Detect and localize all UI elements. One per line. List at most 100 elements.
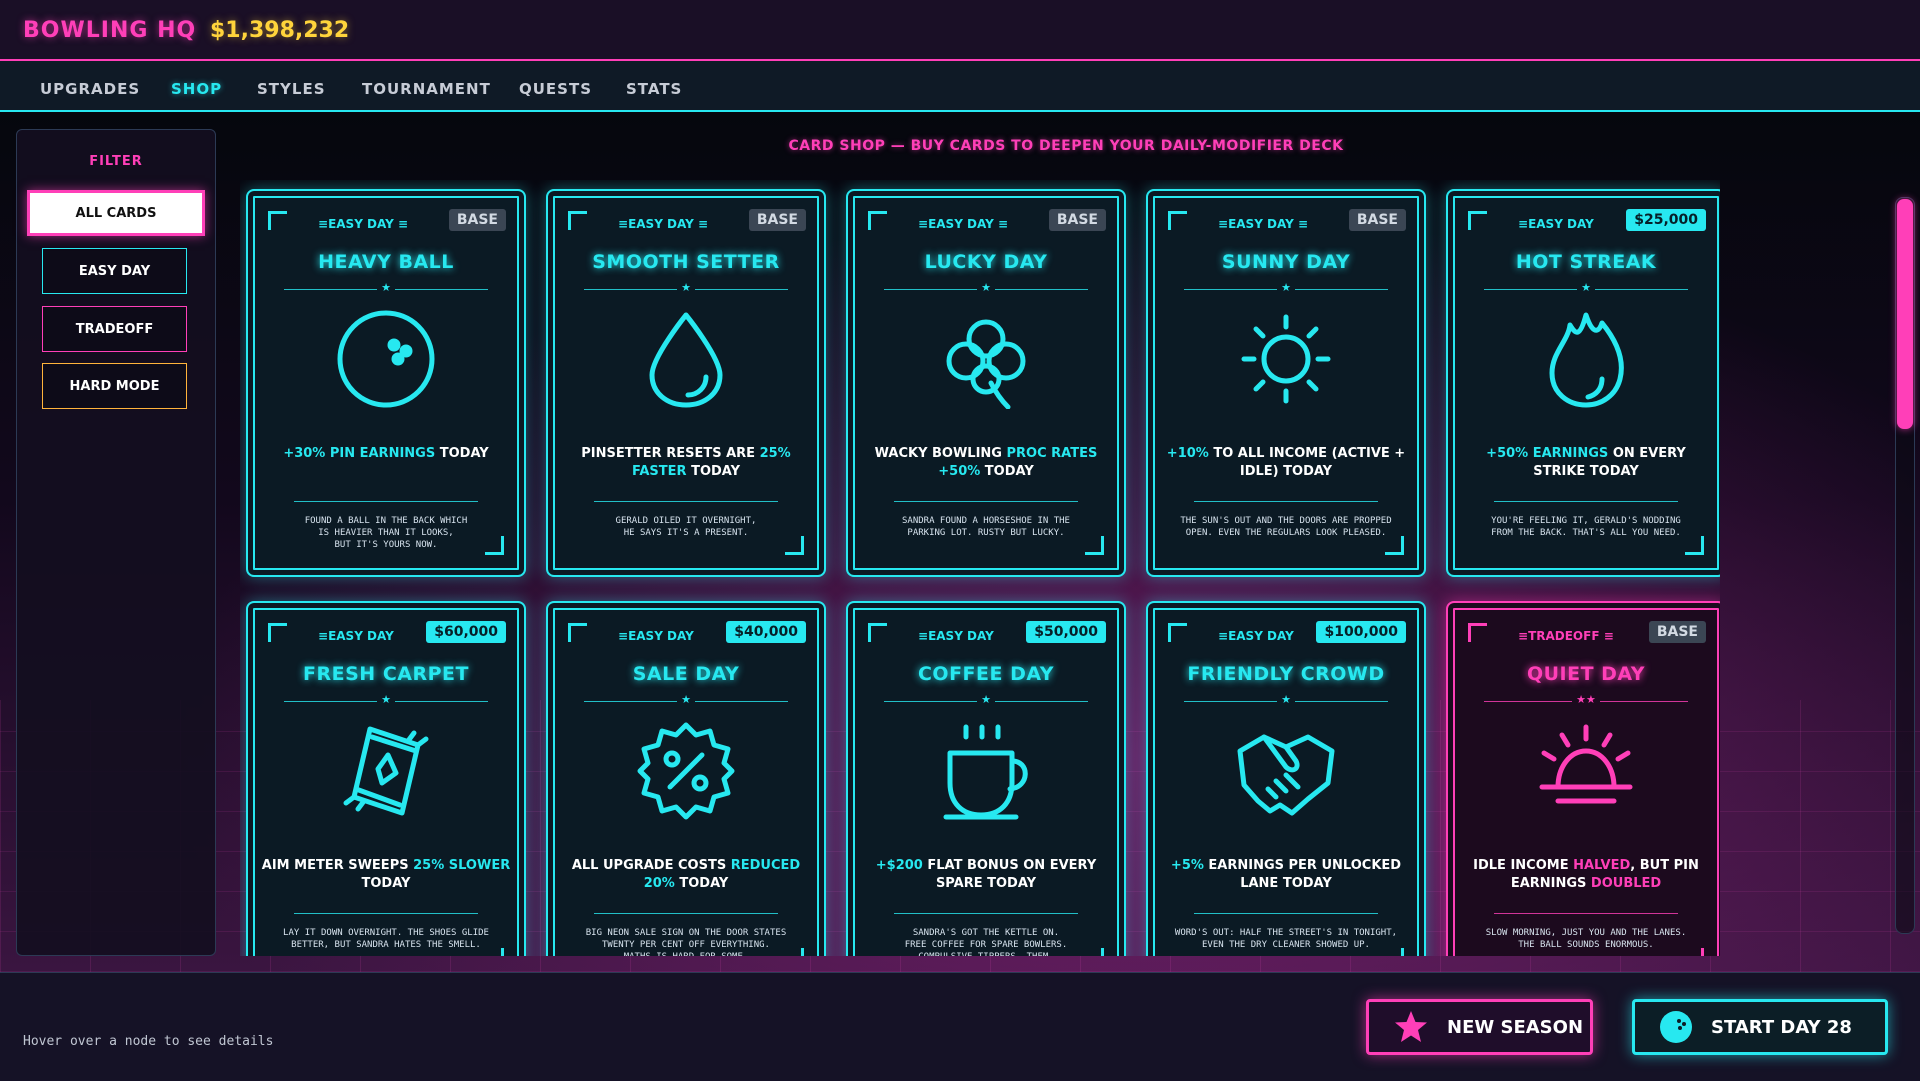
card-corner [268, 211, 287, 230]
card-title: HOT STREAK [1515, 251, 1657, 273]
card-effect: WACKY BOWLING PROC RATES +50% TODAY [860, 445, 1112, 481]
card-effect-segment: +10% [1166, 446, 1209, 461]
card-title: SMOOTH SETTER [592, 251, 780, 273]
card-effect-segment: TODAY [686, 464, 741, 479]
clover-icon [946, 319, 1026, 409]
card-friendly-crowd[interactable]: EASY DAY $100,000 FRIENDLY CROWD ★ +5% E… [1146, 601, 1426, 956]
tab-upgrades[interactable]: UPGRADES [40, 80, 140, 98]
card-effect-segment: ALL UPGRADE COSTS [571, 858, 731, 873]
card-price-badge: $40,000 [726, 621, 806, 643]
card-fresh-carpet[interactable]: EASY DAY $60,000 FRESH CARPET ★ AIM METE… [246, 601, 526, 956]
card-title: FRESH CARPET [303, 663, 469, 685]
card-divider [1194, 913, 1378, 914]
card-effect: +30% PIN EARNINGS TODAY [260, 445, 512, 463]
carpet-icon [343, 726, 429, 816]
rating-stars: ★ [377, 281, 395, 294]
sun-icon [1241, 314, 1331, 404]
card-base-badge: BASE [1648, 621, 1706, 643]
filter-all-cards-button[interactable]: ALL CARDS [27, 190, 205, 236]
filter-tradeoff-button[interactable]: TRADEOFF [42, 306, 187, 352]
card-corner [868, 623, 887, 642]
card-category: TRADEOFF [1518, 629, 1648, 643]
card-effect-segment: TODAY [980, 464, 1034, 479]
card-flavor-text: THE SUN'S OUT AND THE DOORS ARE PROPPED … [1180, 516, 1392, 538]
card-flavor-text: SANDRA'S GOT THE KETTLE ON. FREE COFFEE … [904, 928, 1068, 956]
card-corner [568, 623, 587, 642]
card-rating: ★ [248, 281, 524, 294]
card-price-badge: $25,000 [1626, 209, 1706, 231]
hover-hint: Hover over a node to see details [23, 1034, 274, 1049]
card-category: EASY DAY [1218, 217, 1348, 231]
start-day-label: START DAY 28 [1711, 1016, 1852, 1038]
card-quiet-day[interactable]: TRADEOFF BASE QUIET DAY ★★ IDLE INCOME H… [1446, 601, 1720, 956]
rating-stars: ★ [1577, 281, 1595, 294]
new-season-label: NEW SEASON [1447, 1016, 1584, 1038]
card-effect-segment: DOUBLED [1590, 876, 1662, 891]
card-effect-segment: TO ALL INCOME (ACTIVE + IDLE) TODAY [1208, 446, 1406, 479]
card-effect: +5% EARNINGS PER UNLOCKED LANE TODAY [1160, 857, 1412, 893]
card-effect-segment: 25% SLOWER [413, 858, 511, 873]
card-effect: +$200 FLAT BONUS ON EVERY SPARE TODAY [860, 857, 1112, 893]
card-flavor-text: YOU'RE FEELING IT, GERALD'S NODDING FROM… [1491, 516, 1681, 538]
new-season-button[interactable]: NEW SEASON [1366, 999, 1593, 1055]
card-effect-segment: +50% EARNINGS [1486, 446, 1609, 461]
coffee-cup-icon [943, 724, 1028, 820]
tab-stats[interactable]: STATS [626, 80, 682, 98]
card-title: HEAVY BALL [318, 251, 454, 273]
card-divider [294, 913, 478, 914]
card-divider [1494, 913, 1678, 914]
card-base-badge: BASE [448, 209, 506, 231]
card-effect-segment: IDLE INCOME [1473, 858, 1574, 873]
card-hot-streak[interactable]: EASY DAY $25,000 HOT STREAK ★ +50% EARNI… [1446, 189, 1720, 577]
card-smooth-setter[interactable]: EASY DAY BASE SMOOTH SETTER ★ PINSETTER … [546, 189, 826, 577]
card-divider [1194, 501, 1378, 502]
rating-stars: ★ [977, 693, 995, 706]
rating-stars: ★ [1277, 693, 1295, 706]
tab-shop[interactable]: SHOP [171, 80, 222, 98]
card-effect-segment: PINSETTER RESETS ARE [581, 446, 760, 461]
card-coffee-day[interactable]: EASY DAY $50,000 COFFEE DAY ★ +$200 FLAT… [846, 601, 1126, 956]
card-price-badge: $100,000 [1316, 621, 1406, 643]
card-divider [594, 913, 778, 914]
tab-styles[interactable]: STYLES [257, 80, 326, 98]
tab-quests[interactable]: QUESTS [519, 80, 592, 98]
card-sale-day[interactable]: EASY DAY $40,000 SALE DAY ★ ALL UPGRADE … [546, 601, 826, 956]
card-divider [894, 501, 1078, 502]
card-corner [1168, 211, 1187, 230]
tab-tournament[interactable]: TOURNAMENT [362, 80, 491, 98]
card-rating: ★ [548, 281, 824, 294]
rating-stars: ★ [1277, 281, 1295, 294]
card-flavor-text: GERALD OILED IT OVERNIGHT, HE SAYS IT'S … [615, 516, 757, 538]
handshake-icon [1237, 734, 1335, 816]
card-rating: ★ [1448, 281, 1720, 294]
card-title: FRIENDLY CROWD [1187, 663, 1385, 685]
card-lucky-day[interactable]: EASY DAY BASE LUCKY DAY ★ WACKY BOWLING … [846, 189, 1126, 577]
card-corner [1468, 623, 1487, 642]
card-effect-segment: EARNINGS PER UNLOCKED LANE TODAY [1203, 858, 1402, 891]
star-icon [1395, 1011, 1427, 1042]
filter-title: FILTER [89, 154, 143, 169]
card-effect-segment: FLAT BONUS ON EVERY SPARE TODAY [922, 858, 1097, 891]
card-base-badge: BASE [1048, 209, 1106, 231]
bowling-ball-icon [1660, 1011, 1692, 1043]
rating-stars: ★★ [1572, 693, 1600, 706]
card-effect-segment: +5% [1170, 858, 1204, 873]
card-corner [1468, 211, 1487, 230]
card-divider [1494, 501, 1678, 502]
card-effect: +10% TO ALL INCOME (ACTIVE + IDLE) TODAY [1160, 445, 1412, 481]
start-day-button[interactable]: START DAY 28 [1632, 999, 1888, 1055]
scrollbar-thumb[interactable] [1897, 199, 1913, 429]
card-heavy-ball[interactable]: EASY DAY BASE HEAVY BALL ★ +30% PIN EARN… [246, 189, 526, 577]
card-effect: +50% EARNINGS ON EVERY STRIKE TODAY [1460, 445, 1712, 481]
card-category: EASY DAY [918, 217, 1048, 231]
card-effect: IDLE INCOME HALVED, BUT PIN EARNINGS DOU… [1460, 857, 1712, 893]
filter-easy-day-button[interactable]: EASY DAY [42, 248, 187, 294]
card-category: EASY DAY [618, 217, 748, 231]
card-sunny-day[interactable]: EASY DAY BASE SUNNY DAY ★ +10% TO ALL IN… [1146, 189, 1426, 577]
card-flavor-text: FOUND A BALL IN THE BACK WHICH IS HEAVIE… [304, 516, 468, 550]
bowling-ball-icon [337, 310, 435, 408]
card-corner [568, 211, 587, 230]
discount-badge-icon [637, 722, 735, 820]
filter-hard-mode-button[interactable]: HARD MODE [42, 363, 187, 409]
card-price-badge: $60,000 [426, 621, 506, 643]
